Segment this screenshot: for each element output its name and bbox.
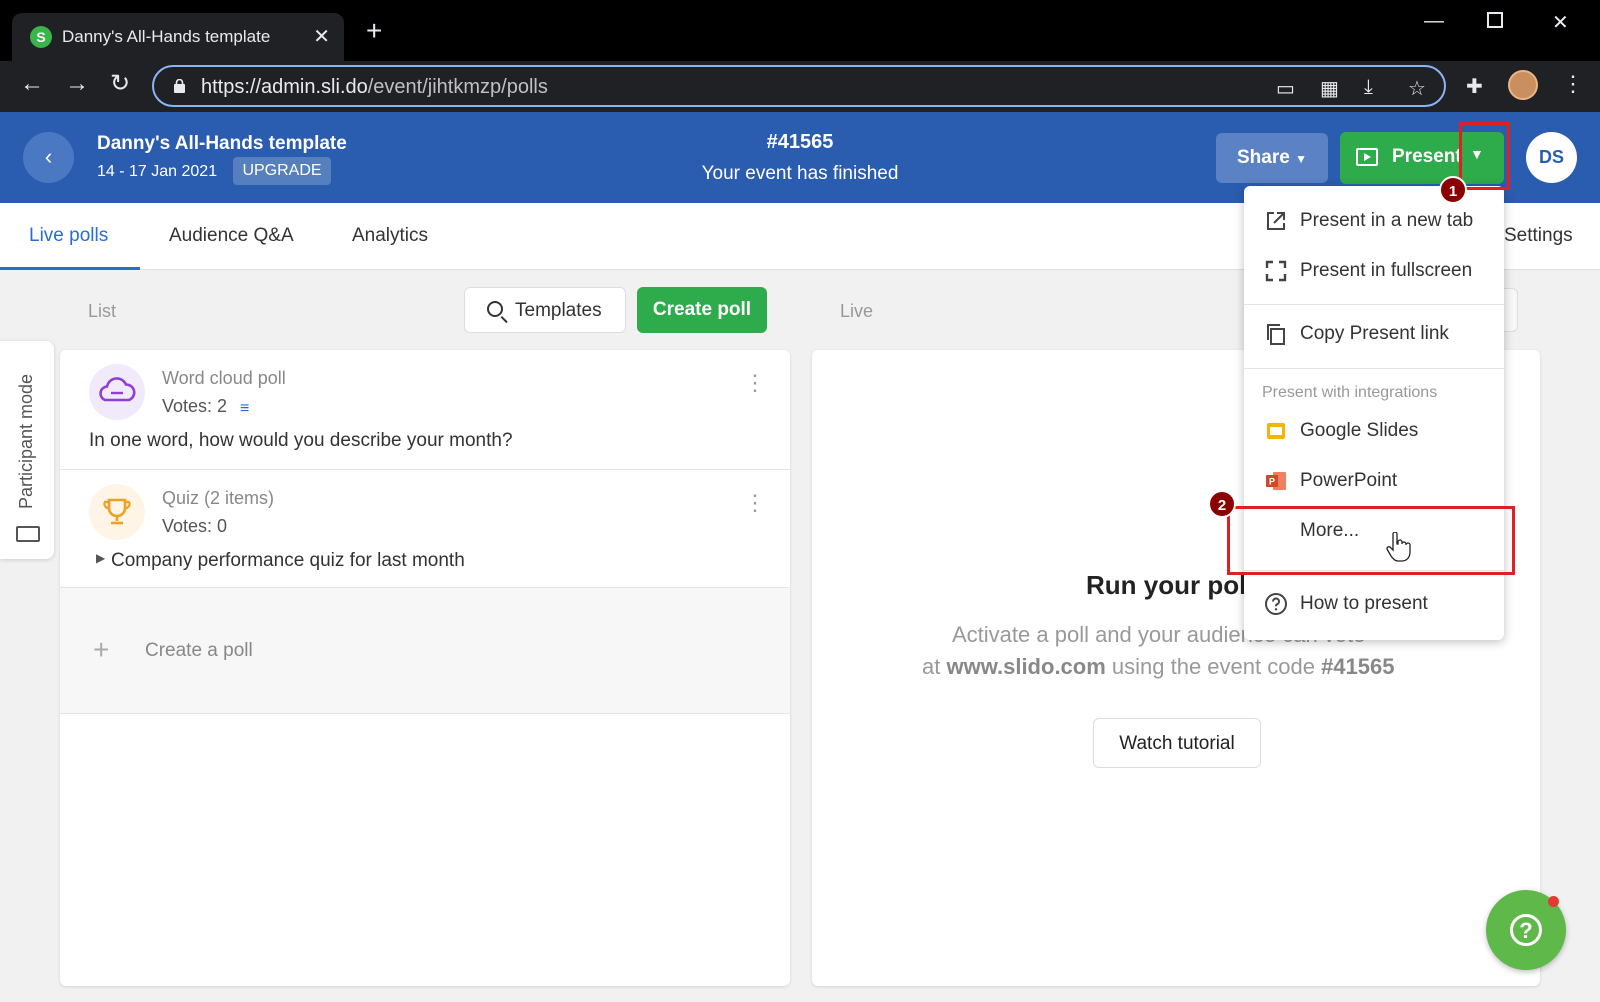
poll-votes: Votes: 2 (162, 396, 228, 416)
search-icon (487, 301, 503, 317)
help-circle-icon (1265, 593, 1287, 615)
step-marker-1: 1 (1439, 176, 1467, 204)
list-item[interactable]: Word cloud poll Votes: 2 ≡ In one word, … (60, 350, 790, 470)
participant-mode-tab[interactable]: Participant mode (0, 341, 54, 559)
tab-settings[interactable]: Settings (1504, 225, 1573, 247)
url-text: https://admin.sli.do/event/jihtkmzp/poll… (201, 76, 548, 98)
back-button[interactable]: ‹ (23, 132, 74, 183)
address-bar[interactable]: https://admin.sli.do/event/jihtkmzp/poll… (152, 65, 1446, 107)
bookmark-star-icon[interactable]: ☆ (1408, 76, 1426, 101)
poll-question: In one word, how would you describe your… (89, 430, 513, 451)
integrations-heading: Present with integrations (1262, 384, 1438, 401)
present-screen-icon (1356, 148, 1378, 166)
tab-audience-qa[interactable]: Audience Q&A (169, 225, 294, 247)
cloud-icon (89, 364, 145, 420)
poll-list: Word cloud poll Votes: 2 ≡ In one word, … (60, 350, 790, 986)
event-dates: 14 - 17 Jan 2021 (97, 163, 218, 180)
templates-button[interactable]: Templates (464, 287, 626, 333)
qr-code-icon[interactable]: ▦ (1320, 76, 1339, 101)
poll-votes: Votes: 0 (162, 516, 228, 536)
create-poll-button[interactable]: Create poll (637, 287, 767, 333)
expand-caret-icon[interactable]: ▶ (96, 551, 105, 565)
event-code-instructions: at www.slido.com using the event code #4… (922, 654, 1395, 679)
external-link-icon (1267, 212, 1285, 230)
step-marker-2: 2 (1208, 490, 1236, 518)
plus-icon: + (93, 634, 110, 665)
user-avatar[interactable]: DS (1526, 132, 1577, 183)
poll-options-icon[interactable]: ⋮ (744, 492, 766, 514)
highlight-box-more (1227, 506, 1515, 575)
profile-avatar[interactable] (1508, 70, 1538, 100)
copy-icon (1267, 324, 1285, 345)
extensions-puzzle-icon[interactable]: ✚ (1466, 74, 1483, 99)
upgrade-badge[interactable]: UPGRADE (233, 157, 331, 185)
menu-item-powerpoint[interactable]: P PowerPoint (1244, 456, 1504, 506)
menu-item-present-fullscreen[interactable]: Present in fullscreen (1244, 246, 1504, 296)
reload-icon[interactable]: ↻ (110, 72, 130, 96)
browser-tab-title: Danny's All-Hands template (62, 27, 271, 46)
browser-toolbar: ← → ↻ https://admin.sli.do/event/jihtkmz… (0, 61, 1600, 112)
help-button[interactable]: ? (1486, 890, 1566, 970)
tab-analytics[interactable]: Analytics (352, 225, 428, 247)
trophy-icon (89, 484, 145, 540)
chevron-left-icon: ‹ (44, 144, 53, 169)
forward-arrow-icon[interactable]: → (65, 72, 89, 96)
menu-item-google-slides[interactable]: Google Slides (1244, 406, 1504, 456)
close-tab-icon[interactable]: ✕ (313, 24, 330, 49)
create-a-poll-row[interactable]: + Create a poll (60, 588, 790, 714)
new-tab-icon[interactable]: + (366, 17, 382, 45)
window-close-icon[interactable]: ✕ (1552, 10, 1569, 35)
highlight-box-present-dropdown (1459, 122, 1510, 190)
chrome-menu-icon[interactable]: ⋮ (1562, 71, 1584, 97)
cast-icon[interactable]: ▭ (1276, 76, 1295, 101)
browser-tab[interactable]: S Danny's All-Hands template ✕ (12, 13, 344, 61)
poll-type: Quiz (2 items) (162, 488, 275, 508)
poll-options-icon[interactable]: ⋮ (744, 372, 766, 394)
watch-tutorial-button[interactable]: Watch tutorial (1093, 718, 1261, 768)
poll-type: Word cloud poll (162, 368, 286, 388)
share-button[interactable]: Share ▼ (1216, 133, 1328, 183)
powerpoint-icon: P (1266, 472, 1286, 490)
menu-item-copy-present-link[interactable]: Copy Present link (1244, 309, 1504, 359)
event-status: Your event has finished (701, 163, 899, 184)
list-item[interactable]: Quiz (2 items) Votes: 0 ▶ Company perfor… (60, 470, 790, 588)
menu-divider (1244, 368, 1504, 369)
google-slides-icon (1267, 423, 1285, 439)
question-mark-icon: ? (1510, 914, 1542, 946)
caret-down-icon: ▼ (1295, 152, 1307, 166)
event-title: Danny's All-Hands template (97, 133, 347, 154)
fullscreen-icon (1265, 260, 1287, 282)
notification-dot (1548, 896, 1559, 907)
menu-divider (1244, 304, 1504, 305)
menu-item-how-to-present[interactable]: How to present (1244, 579, 1504, 629)
results-bars-icon: ≡ (240, 400, 250, 417)
event-code: #41565 (766, 131, 834, 153)
participant-screen-icon (16, 526, 40, 542)
back-arrow-icon[interactable]: ← (20, 72, 44, 96)
install-icon[interactable]: ⤓ (1364, 76, 1373, 99)
minimize-icon[interactable]: — (1424, 10, 1444, 33)
tab-live-polls[interactable]: Live polls (29, 225, 108, 247)
live-heading: Live (840, 301, 874, 321)
list-heading: List (88, 301, 117, 321)
slido-favicon-icon: S (30, 26, 52, 48)
menu-item-present-new-tab[interactable]: Present in a new tab (1244, 196, 1504, 246)
lock-icon (174, 79, 185, 93)
browser-tabstrip: S Danny's All-Hands template ✕ + — ✕ (0, 0, 1600, 61)
participant-mode-label: Participant mode (16, 373, 36, 509)
poll-question: Company performance quiz for last month (111, 550, 465, 571)
active-tab-indicator (0, 267, 140, 270)
svg-text:P: P (1269, 477, 1275, 487)
maximize-icon[interactable] (1487, 12, 1503, 28)
